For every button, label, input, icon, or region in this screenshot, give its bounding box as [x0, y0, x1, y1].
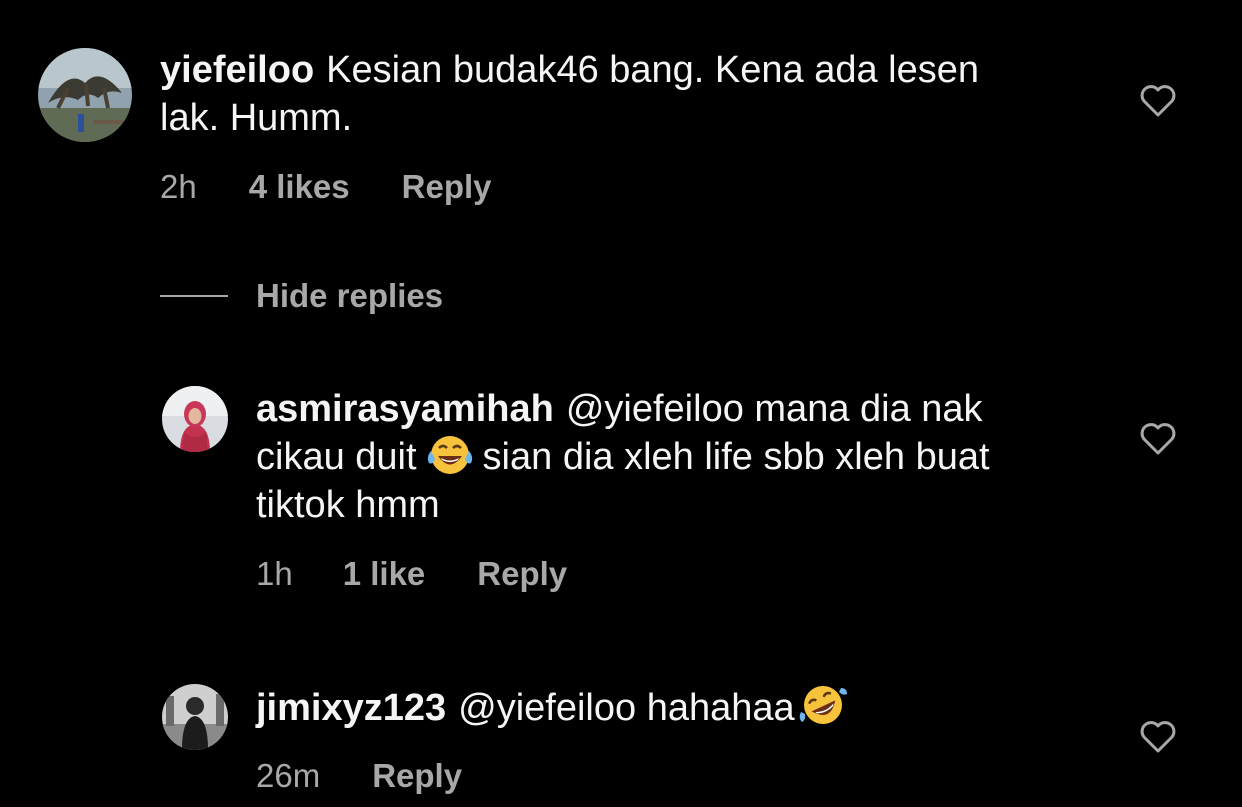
rolling-on-the-floor-laughing-icon — [799, 686, 847, 724]
face-with-tears-of-joy-icon — [427, 436, 472, 474]
reply-meta: 26m Reply — [256, 756, 462, 796]
heart-outline-icon[interactable] — [1139, 84, 1177, 118]
comment-username[interactable]: yiefeiloo — [160, 49, 314, 91]
comment-meta: 2h 4 likes Reply — [160, 167, 492, 207]
avatar[interactable] — [38, 48, 132, 142]
reply-meta: 1h 1 like Reply — [256, 554, 567, 594]
reply-item: asmirasyamihah @yiefeiloo mana dia nak ci… — [0, 380, 1242, 610]
comment-likes[interactable]: 4 likes — [249, 167, 350, 207]
avatar-image — [162, 386, 228, 452]
reply-username[interactable]: asmirasyamihah — [256, 388, 554, 430]
heart-outline-icon[interactable] — [1139, 422, 1177, 456]
reply-body: asmirasyamihah @yiefeiloo mana dia nak ci… — [256, 385, 1076, 529]
reply-item: jimixyz123 @yiefeiloo hahahaa 26m Reply — [0, 680, 1242, 807]
reply-time: 1h — [256, 555, 293, 592]
reply-body: jimixyz123 @yiefeiloo hahahaa — [256, 682, 1076, 732]
reply-time: 26m — [256, 757, 321, 794]
reply-text: hahahaa — [646, 687, 795, 729]
reply-likes[interactable]: 1 like — [343, 554, 426, 594]
reply-button[interactable]: Reply — [372, 756, 462, 796]
comment-time: 2h — [160, 168, 197, 205]
heart-outline-icon[interactable] — [1139, 720, 1177, 754]
avatar-image — [162, 684, 228, 750]
reply-button[interactable]: Reply — [402, 167, 492, 207]
hide-replies-label: Hide replies — [256, 277, 444, 314]
avatar[interactable] — [162, 386, 228, 452]
reply-username[interactable]: jimixyz123 — [256, 687, 446, 729]
comment-item: yiefeiloo Kesian budak46 bang. Kena ada l… — [0, 0, 1242, 230]
comment-body: yiefeiloo Kesian budak46 bang. Kena ada l… — [160, 46, 1020, 142]
hide-replies-divider — [160, 295, 228, 297]
reply-mention[interactable]: @yiefeiloo — [566, 388, 744, 430]
reply-mention[interactable]: @yiefeiloo — [458, 687, 636, 729]
avatar-image — [38, 48, 132, 142]
reply-button[interactable]: Reply — [477, 554, 567, 594]
hide-replies-button[interactable]: Hide replies — [160, 276, 443, 316]
avatar[interactable] — [162, 684, 228, 750]
